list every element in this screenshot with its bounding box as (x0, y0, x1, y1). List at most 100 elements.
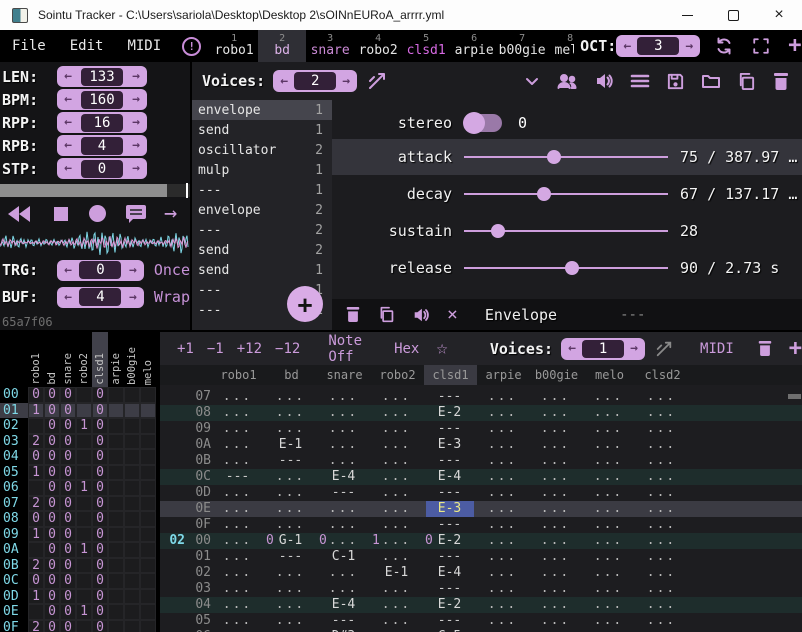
song-progress-bar[interactable] (0, 184, 190, 197)
pattern-cell[interactable]: --- (317, 613, 370, 629)
stepper-decrement[interactable]: ← (562, 341, 582, 356)
order-cell[interactable] (108, 527, 124, 543)
pattern-cell[interactable]: ... (635, 549, 688, 565)
maximize-button[interactable] (710, 0, 756, 30)
order-cell[interactable] (124, 449, 140, 465)
pattern-row[interactable]: 07............---............ (160, 389, 802, 405)
pattern-cell[interactable]: --- (423, 485, 476, 501)
pattern-cell[interactable]: ... (370, 405, 423, 421)
pattern-cell[interactable]: ... (635, 597, 688, 613)
close-button[interactable]: × (756, 0, 802, 30)
pattern-cell[interactable]: ... (529, 613, 582, 629)
pattern-cell[interactable]: ... (211, 421, 264, 437)
order-cell[interactable]: 0 (60, 403, 76, 419)
pattern-cell[interactable]: ... (582, 437, 635, 453)
pattern-track-header-snare[interactable]: snare (318, 365, 371, 385)
pattern-cell[interactable]: --- (423, 581, 476, 597)
order-cell[interactable] (140, 589, 156, 605)
instrument-voices-stepper[interactable]: ←2→ (273, 70, 357, 92)
pattern-cell[interactable]: ... (370, 613, 423, 629)
order-cell[interactable]: 0 (44, 434, 60, 450)
order-cell[interactable]: 1 (28, 465, 44, 481)
order-track-header-melo[interactable]: melo (140, 332, 156, 387)
order-cell[interactable] (108, 589, 124, 605)
pattern-cell[interactable]: ... (370, 517, 423, 533)
pattern-cell[interactable]: ... (370, 437, 423, 453)
order-cell[interactable] (140, 558, 156, 574)
order-row[interactable]: 060010 (0, 480, 160, 496)
order-cell[interactable]: 0 (60, 511, 76, 527)
pattern-cell[interactable]: ... (211, 533, 264, 549)
add-unit-button[interactable]: + (287, 286, 323, 322)
pattern-cell[interactable]: ... (317, 501, 370, 517)
pattern-cell[interactable]: ... (582, 421, 635, 437)
pattern-cell[interactable]: ... (529, 533, 582, 549)
stepper-decrement[interactable]: ← (58, 115, 78, 130)
pattern-cell[interactable]: E-2 (423, 405, 476, 421)
pattern-cell[interactable]: ... (529, 389, 582, 405)
order-cell[interactable]: 1 (28, 527, 44, 543)
order-cell[interactable]: 0 (60, 573, 76, 589)
pattern-cell[interactable]: ... (476, 565, 529, 581)
slider-thumb[interactable] (547, 150, 561, 164)
pattern-cell[interactable]: ... (317, 517, 370, 533)
play-forward-button[interactable]: → (164, 205, 177, 223)
order-cell[interactable]: 0 (92, 527, 108, 543)
order-cell[interactable]: 0 (92, 589, 108, 605)
pattern-cell[interactable]: --- (423, 613, 476, 629)
pattern-cell[interactable]: ... (211, 405, 264, 421)
order-cell[interactable] (108, 573, 124, 589)
stepper-value[interactable]: 1 (582, 340, 624, 358)
pattern-cell[interactable]: ... (476, 453, 529, 469)
order-cell[interactable] (108, 480, 124, 496)
order-track-header-arpie[interactable]: arpie (108, 332, 124, 387)
pattern-cell[interactable]: ... (476, 437, 529, 453)
unit-list-item[interactable]: oscillator2 (192, 140, 332, 160)
unit-list-item[interactable]: send2 (192, 240, 332, 260)
order-cell[interactable] (140, 604, 156, 620)
order-cell[interactable]: 0 (28, 573, 44, 589)
stepper-increment[interactable]: → (679, 39, 699, 54)
order-cell[interactable]: 0 (44, 418, 60, 434)
pattern-cell[interactable]: ... (582, 517, 635, 533)
pattern-cell[interactable]: ... (211, 613, 264, 629)
transpose-down-12-button[interactable]: −12 (275, 341, 300, 357)
pattern-row[interactable]: 0D......---...---............ (160, 485, 802, 501)
pattern-cell[interactable]: ... (529, 421, 582, 437)
unit-list-item[interactable]: envelope2 (192, 200, 332, 220)
pattern-cell[interactable]: ... (582, 389, 635, 405)
order-row[interactable]: 072000 (0, 496, 160, 512)
pattern-cell[interactable]: ... (264, 613, 317, 629)
pattern-cell[interactable]: ... (264, 565, 317, 581)
order-cell[interactable]: 0 (44, 511, 60, 527)
order-cell[interactable] (108, 449, 124, 465)
order-row[interactable]: 0D1000 (0, 589, 160, 605)
stepper-increment[interactable]: → (126, 161, 146, 176)
pattern-cell[interactable]: ... (476, 613, 529, 629)
order-row[interactable]: 0B2000 (0, 558, 160, 574)
delete-instrument-icon[interactable] (772, 72, 790, 91)
save-icon[interactable] (666, 72, 685, 91)
pattern-cell[interactable]: ... (582, 533, 635, 549)
tab-bd[interactable]: 2bd (258, 30, 306, 62)
order-cell[interactable] (108, 465, 124, 481)
order-cell[interactable] (76, 589, 92, 605)
order-cell[interactable] (124, 387, 140, 403)
order-cell[interactable] (124, 496, 140, 512)
star-icon[interactable]: ☆ (436, 339, 447, 358)
pattern-cell[interactable]: ... (317, 453, 370, 469)
order-cell[interactable]: 0 (44, 573, 60, 589)
pattern-cell[interactable]: ... (370, 485, 423, 501)
midi-button[interactable]: MIDI (700, 341, 734, 357)
pattern-cell[interactable]: ... (264, 389, 317, 405)
order-cell[interactable] (108, 403, 124, 419)
alert-icon[interactable]: ! (182, 37, 201, 56)
order-cell[interactable]: 0 (28, 449, 44, 465)
pattern-cell[interactable]: --- (423, 453, 476, 469)
pattern-cell[interactable]: ... (476, 421, 529, 437)
order-cell[interactable]: 0 (60, 620, 76, 632)
pattern-cell[interactable]: ... (529, 501, 582, 517)
trg-stepper[interactable]: ←0→ (57, 260, 144, 281)
stepper-decrement[interactable]: ← (58, 138, 78, 153)
pattern-row[interactable]: 0200...0G-10...1...0E-2............ (160, 533, 802, 549)
